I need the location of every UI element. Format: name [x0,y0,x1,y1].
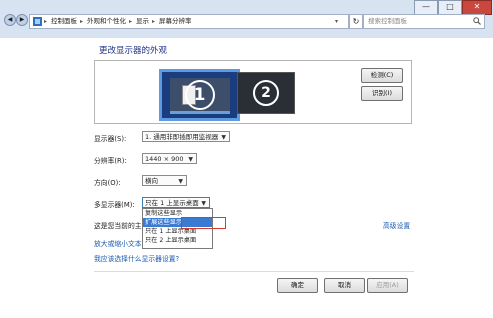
monitor-preview: 1 2 检测(C) 识别(I) [94,60,412,124]
search-box[interactable]: 搜索控制面板 [363,14,485,29]
apply-button[interactable]: 应用(A) [367,278,408,293]
taskbar-thumbnail [170,111,230,114]
breadcrumb-screen-resolution[interactable]: 屏幕分辨率 [159,15,192,28]
multi-display-label: 多显示器(M): [94,201,135,209]
search-icon[interactable] [473,17,481,25]
search-input[interactable]: 搜索控制面板 [368,15,407,28]
breadcrumb-control-panel[interactable]: 控制面板 [51,15,77,28]
divider [94,271,414,272]
monitor-1-number: 1 [184,80,215,110]
back-button[interactable]: ◀ [4,14,16,26]
detect-button[interactable]: 检测(C) [361,68,403,83]
breadcrumb-separator: ▸ [152,18,156,25]
minimize-button[interactable]: — [414,0,438,15]
address-dropdown-icon[interactable]: ▾ [335,15,338,28]
cancel-button[interactable]: 取消 [324,278,365,293]
breadcrumb-separator: ▸ [129,18,133,25]
current-primary-text: 这是您当前的主 [94,222,142,230]
breadcrumb-appearance[interactable]: 外观和个性化 [87,15,126,28]
highlight-annotation [181,217,226,229]
chevron-down-icon: ▼ [178,178,183,185]
breadcrumb-separator: ▸ [80,18,84,25]
identify-button[interactable]: 识别(I) [361,86,403,101]
advanced-settings-link[interactable]: 高级设置 [383,220,410,230]
breadcrumb-display[interactable]: 显示 [136,15,149,28]
monitor-2[interactable]: 2 [237,72,295,114]
orientation-label: 方向(O): [94,179,121,187]
orientation-select[interactable]: 横向 ▼ [142,175,187,186]
resolution-value: 1440 × 900 [145,155,184,163]
display-select[interactable]: 1. 通用非即插即用监视器 ▼ [142,131,230,142]
address-bar[interactable]: ▸ 控制面板 ▸ 外观和个性化 ▸ 显示 ▸ 屏幕分辨率 ▾ [29,14,349,29]
enlarge-text-link[interactable]: 放大或缩小文本 [94,238,142,248]
window-controls: — □ ✕ [414,0,493,15]
multi-display-value: 只在 1 上显示桌面 [145,199,199,207]
ok-button[interactable]: 确定 [277,278,318,293]
forward-button[interactable]: ▶ [16,14,28,26]
close-button[interactable]: ✕ [462,0,492,15]
resolution-select[interactable]: 1440 × 900 ▼ [142,153,197,164]
monitor-2-number: 2 [253,80,279,106]
chevron-down-icon: ▼ [221,134,226,141]
monitor-1[interactable]: 1 [159,69,240,121]
which-settings-link[interactable]: 我应该选择什么显示器设置? [94,253,179,263]
multi-display-select[interactable]: 只在 1 上显示桌面 ▼ [142,197,210,208]
breadcrumb-separator: ▸ [44,18,48,25]
display-label: 显示器(S): [94,135,127,143]
display-value: 1. 通用非即插即用监视器 [145,133,219,141]
control-panel-icon [33,17,42,26]
option-only-2[interactable]: 只在 2 上显示桌面 [143,236,212,245]
resolution-label: 分辨率(R): [94,157,127,165]
orientation-value: 横向 [145,177,158,185]
maximize-button[interactable]: □ [438,0,462,15]
refresh-icon[interactable]: ↻ [349,14,363,29]
page-title: 更改显示器的外观 [99,46,168,56]
chevron-down-icon: ▼ [188,156,193,163]
